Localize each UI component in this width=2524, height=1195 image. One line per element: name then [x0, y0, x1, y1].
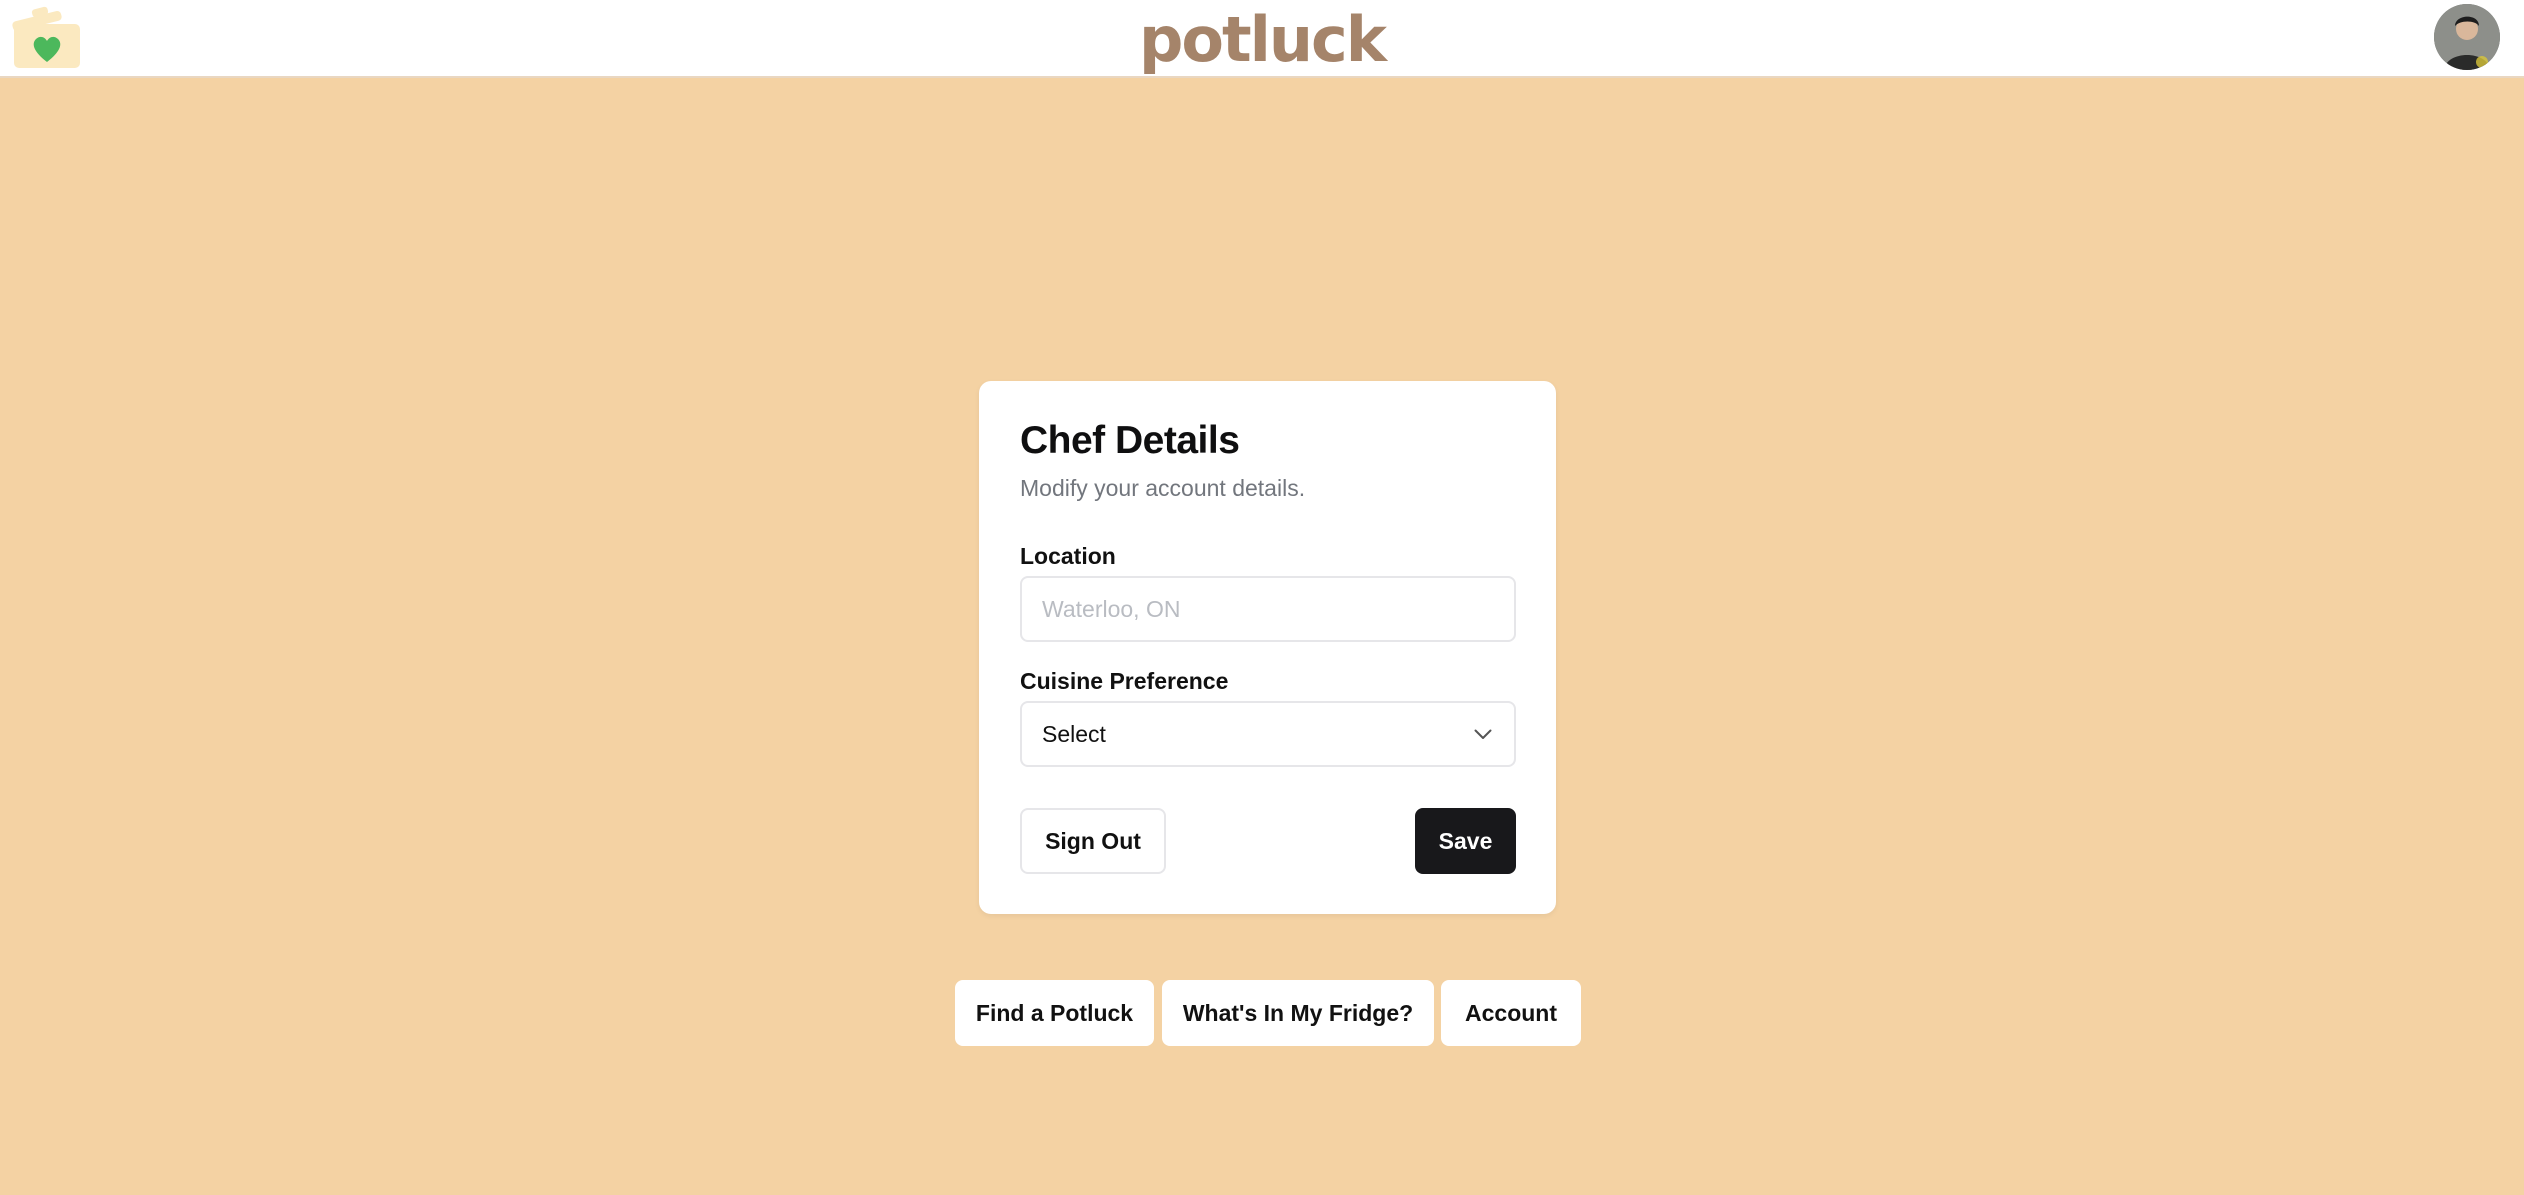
location-input[interactable] — [1020, 576, 1516, 642]
card-title: Chef Details — [1020, 419, 1240, 462]
user-avatar[interactable] — [2434, 4, 2500, 70]
account-button[interactable]: Account — [1441, 980, 1581, 1046]
chevron-down-icon — [1472, 723, 1494, 745]
pot-heart-icon[interactable] — [12, 6, 84, 72]
fridge-button[interactable]: What's In My Fridge? — [1162, 980, 1434, 1046]
save-button[interactable]: Save — [1415, 808, 1516, 874]
cuisine-select[interactable]: Select — [1020, 701, 1516, 767]
top-bar: potluck — [0, 0, 2524, 78]
cuisine-label: Cuisine Preference — [1020, 668, 1229, 694]
location-label: Location — [1020, 543, 1116, 569]
brand-title: potluck — [1139, 2, 1387, 76]
find-potluck-button[interactable]: Find a Potluck — [955, 980, 1154, 1046]
card-subtitle: Modify your account details. — [1020, 475, 1306, 501]
chef-details-card: Chef Details Modify your account details… — [979, 381, 1556, 914]
sign-out-button[interactable]: Sign Out — [1020, 808, 1166, 874]
cuisine-select-value: Select — [1042, 720, 1106, 747]
